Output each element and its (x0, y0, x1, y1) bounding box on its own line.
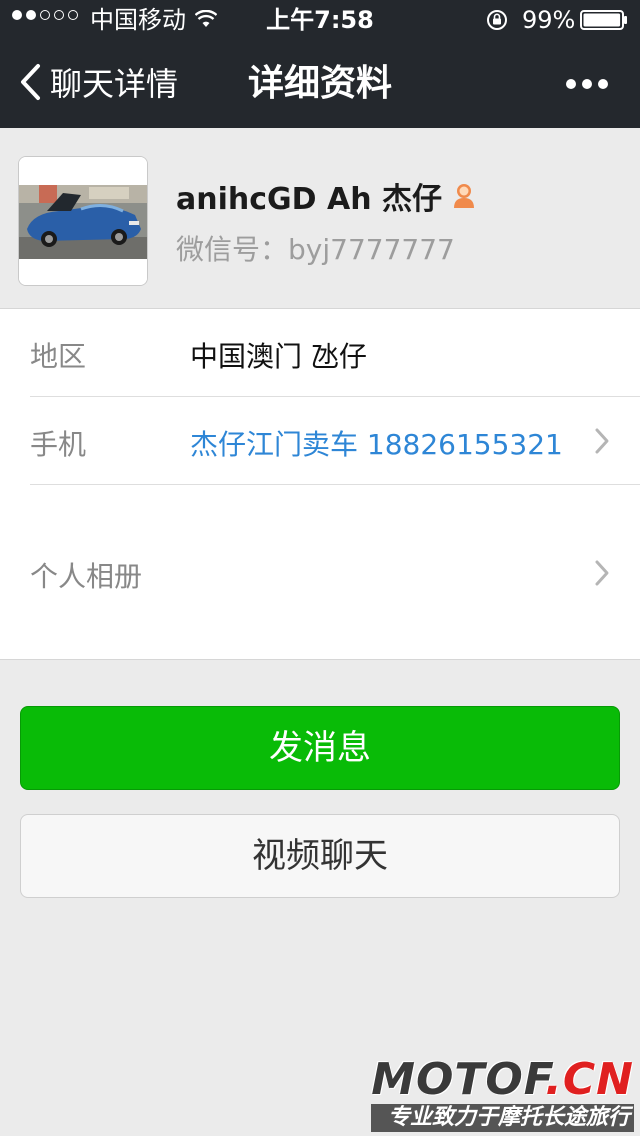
more-dot (598, 79, 608, 89)
more-options-button[interactable] (566, 72, 614, 96)
album-row[interactable]: 个人相册 (0, 485, 640, 659)
more-dot (566, 79, 576, 89)
battery-percent: 99% (522, 6, 576, 34)
top-bar: 中国移动 上午7:58 99% 聊天详情 详细资料 (0, 0, 640, 128)
region-label: 地区 (30, 340, 87, 373)
phone-label: 手机 (30, 428, 87, 461)
more-dot (582, 79, 592, 89)
avatar[interactable] (18, 156, 148, 286)
wechat-id: 微信号：byj7777777 (176, 233, 455, 266)
send-message-button[interactable]: 发消息 (20, 706, 620, 790)
video-call-button[interactable]: 视频聊天 (20, 814, 620, 898)
info-list: 地区 中国澳门 氹仔 手机 杰仔江门卖车 18826155321 个人相册 (0, 309, 640, 660)
rotation-lock-icon (487, 10, 507, 30)
avatar-car-photo (19, 157, 147, 285)
phone-row[interactable]: 手机 杰仔江门卖车 18826155321 (0, 397, 640, 484)
status-bar: 中国移动 上午7:58 99% (0, 0, 640, 40)
watermark: MOTOF.CN 专业致力于摩托长途旅行 (371, 1058, 634, 1132)
page-title: 详细资料 (247, 63, 392, 104)
name-row: anihcGD Ah 杰仔 (176, 174, 476, 218)
phone-value[interactable]: 杰仔江门卖车 18826155321 (190, 423, 563, 463)
battery-icon (580, 10, 627, 30)
watermark-logo: MOTOF.CN (371, 1058, 634, 1102)
display-name: anihcGD Ah 杰仔 (176, 182, 443, 217)
profile-header: anihcGD Ah 杰仔 微信号：byj7777777 (0, 128, 640, 309)
watermark-logo-accent: .CN (545, 1054, 634, 1105)
album-label: 个人相册 (30, 560, 143, 593)
region-value: 中国澳门 氹仔 (190, 340, 367, 373)
gender-icon (454, 184, 475, 208)
chevron-right-icon (595, 560, 609, 586)
watermark-logo-main: MOTOF (371, 1054, 546, 1105)
watermark-tagline: 专业致力于摩托长途旅行 (371, 1104, 634, 1132)
chevron-right-icon (595, 428, 609, 454)
navigation-bar: 聊天详情 详细资料 (0, 40, 640, 128)
region-row: 地区 中国澳门 氹仔 (0, 309, 640, 396)
